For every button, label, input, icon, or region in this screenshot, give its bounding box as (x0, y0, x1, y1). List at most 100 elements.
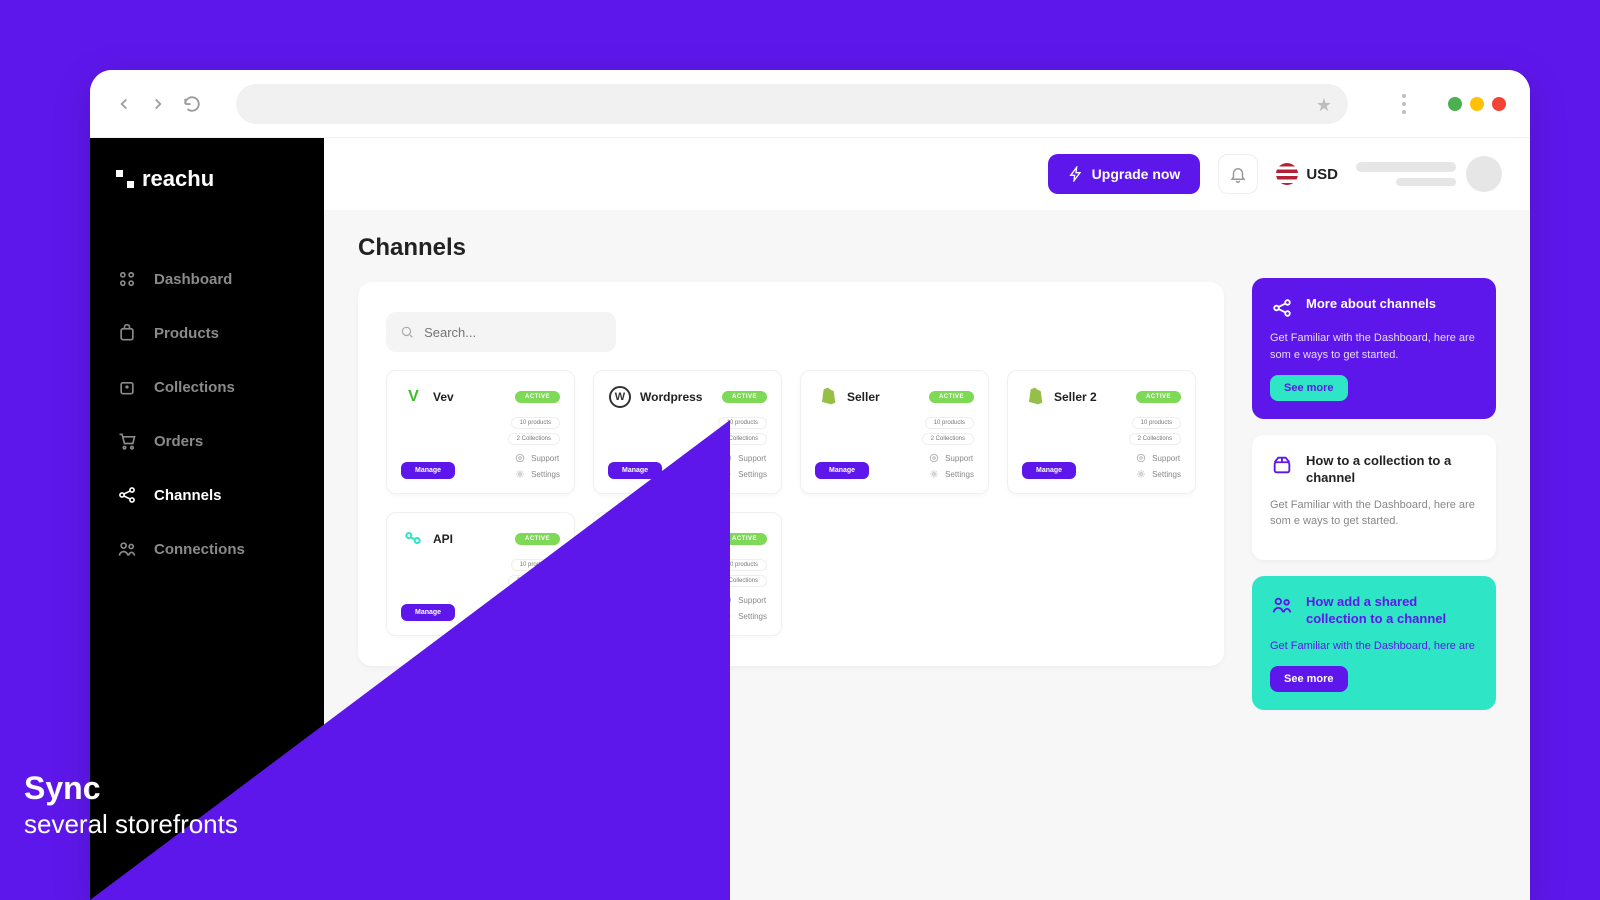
users-icon (116, 538, 138, 560)
products-chip: 10 products (718, 417, 767, 429)
sidebar-item-label: Collections (154, 379, 235, 396)
reload-button[interactable] (182, 94, 202, 114)
main-area: Upgrade now USD Channels (324, 138, 1530, 900)
url-bar[interactable]: ★ (236, 84, 1348, 124)
upgrade-label: Upgrade now (1092, 166, 1181, 182)
bolt-icon (1068, 166, 1084, 182)
channel-name: Seller 2 (1054, 390, 1097, 404)
back-button[interactable] (114, 94, 134, 114)
support-link[interactable]: Support (929, 453, 974, 463)
status-badge: ACTIVE (722, 533, 767, 545)
main-column: Channels VVevACTIVE10 products2 Collecti… (358, 234, 1224, 666)
sidebar-item-dashboard[interactable]: Dashboard (90, 252, 324, 306)
window-controls (1448, 97, 1506, 111)
forward-button[interactable] (148, 94, 168, 114)
channel-card: API ACTIVE 10 products 2 Collections Manage S… (386, 512, 575, 636)
search-icon (400, 324, 414, 340)
sidebar-item-label: Connections (154, 541, 245, 558)
collections-chip: 2 Collections (508, 575, 560, 587)
bell-icon (1229, 165, 1247, 183)
sidebar-item-label: Channels (154, 487, 222, 504)
browser-menu-icon[interactable] (1394, 94, 1414, 114)
brand-name: reachu (142, 166, 214, 192)
bookmark-icon[interactable]: ★ (1316, 95, 1332, 116)
promo-overlay: Sync several storefronts (24, 770, 238, 840)
channel-card: SellerACTIVE10 products2 CollectionsMana… (800, 370, 989, 494)
collections-chip: 2 Collections (715, 575, 767, 587)
maximize-button[interactable] (1470, 97, 1484, 111)
sdk-logo-icon (610, 528, 630, 551)
info-icon (1270, 453, 1294, 477)
user-menu[interactable] (1356, 156, 1502, 192)
share-icon (116, 484, 138, 506)
bag-icon (116, 376, 138, 398)
browser-window: ★ reachu Dashboard Products Collect (90, 70, 1530, 900)
see-more-button[interactable]: See more (1270, 666, 1348, 692)
close-button[interactable] (1492, 97, 1506, 111)
info-column: More about channels Get Familiar with the… (1252, 278, 1496, 710)
avatar (1466, 156, 1502, 192)
see-more-button[interactable]: See more (1270, 375, 1348, 401)
sidebar-item-label: Products (154, 325, 219, 342)
support-link[interactable]: Support (722, 595, 767, 605)
status-badge: ACTIVE (1136, 391, 1181, 403)
manage-button[interactable]: Manage (815, 462, 869, 479)
manage-button[interactable]: Manage (1022, 462, 1076, 479)
manage-button[interactable]: Manage (608, 462, 662, 479)
support-link[interactable]: Support (722, 453, 767, 463)
channel-card: W Wordpress ACTIVE 10 products 2 Collections… (593, 370, 782, 494)
vev-logo-icon: V (408, 388, 418, 406)
settings-link[interactable]: Settings (1136, 469, 1181, 479)
content: Channels VVevACTIVE10 products2 Collecti… (324, 210, 1530, 734)
status-badge: ACTIVE (515, 533, 560, 545)
api-logo-icon (403, 528, 423, 551)
sidebar-item-label: Orders (154, 433, 203, 450)
manage-button[interactable]: Manage (608, 604, 662, 621)
settings-link[interactable]: Settings (929, 469, 974, 479)
page-title: Channels (358, 234, 1224, 262)
channel-name: API (433, 532, 453, 546)
channel-card: SDKACTIVE10 products2 CollectionsManageS… (593, 512, 782, 636)
promo-sub: several storefronts (24, 809, 238, 840)
settings-link[interactable]: Settings (722, 611, 767, 621)
info-title: More about channels (1306, 296, 1436, 313)
logo-mark-icon (116, 170, 134, 188)
products-chip: 10 products (511, 559, 560, 571)
upgrade-button[interactable]: Upgrade now (1048, 154, 1201, 194)
shopify-logo-icon (1024, 385, 1044, 410)
sidebar-item-channels[interactable]: Channels (90, 468, 324, 522)
notifications-button[interactable] (1218, 154, 1258, 194)
currency-selector[interactable]: USD (1276, 163, 1338, 185)
sidebar-item-collections[interactable]: Collections (90, 360, 324, 414)
cart-icon (116, 430, 138, 452)
info-title: How add a shared collection to a channel (1306, 594, 1478, 628)
settings-link[interactable]: Settings (515, 469, 560, 479)
sidebar-item-connections[interactable]: Connections (90, 522, 324, 576)
search-input[interactable] (386, 312, 616, 352)
shopify-logo-icon (817, 385, 837, 410)
wordpress-logo-icon: W (609, 386, 631, 408)
support-link[interactable]: Support (1136, 453, 1181, 463)
products-chip: 10 products (1132, 417, 1181, 429)
settings-link[interactable]: Settings (722, 469, 767, 479)
sidebar-item-products[interactable]: Products (90, 306, 324, 360)
minimize-button[interactable] (1448, 97, 1462, 111)
collections-chip: 2 Collections (715, 433, 767, 445)
manage-button[interactable]: Manage (401, 604, 455, 621)
info-body: Get Familiar with the Dashboard, here ar… (1270, 638, 1478, 655)
grid-icon (116, 268, 138, 290)
settings-link[interactable]: Settings (515, 611, 560, 621)
info-title: How to a collection to a channel (1306, 453, 1478, 487)
status-badge: ACTIVE (515, 391, 560, 403)
support-link[interactable]: Support (515, 595, 560, 605)
sidebar-item-orders[interactable]: Orders (90, 414, 324, 468)
brand-logo[interactable]: reachu (90, 166, 324, 252)
manage-button[interactable]: Manage (401, 462, 455, 479)
support-link[interactable]: Support (515, 453, 560, 463)
search-field[interactable] (424, 325, 602, 340)
channel-name: Wordpress (640, 390, 702, 404)
status-badge: ACTIVE (722, 391, 767, 403)
package-icon (116, 322, 138, 344)
channel-card: Seller 2ACTIVE10 products2 CollectionsMa… (1007, 370, 1196, 494)
promo-heading: Sync (24, 770, 238, 807)
